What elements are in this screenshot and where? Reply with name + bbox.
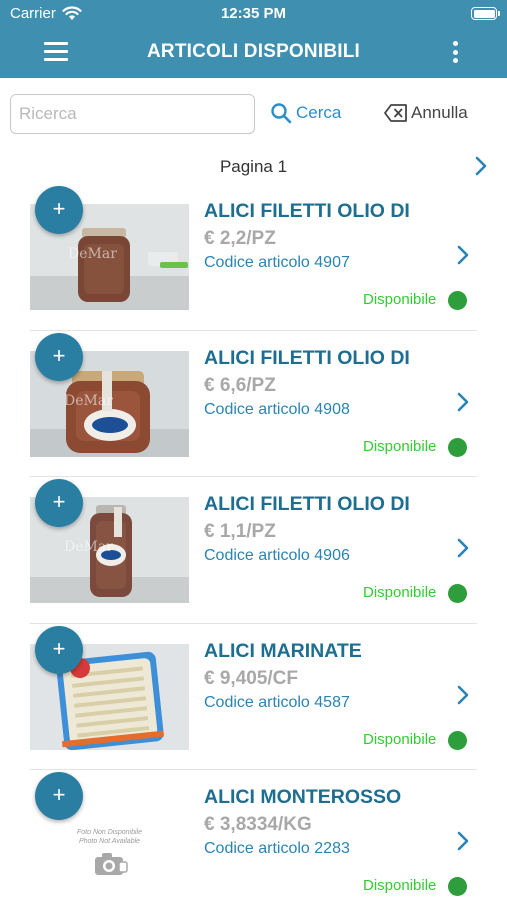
pagination: Pagina 1 [0, 148, 507, 184]
product-name: ALICI FILETTI OLIO DI [204, 346, 410, 369]
clear-icon [384, 104, 407, 122]
product-name: ALICI FILETTI OLIO DI [204, 493, 410, 515]
svg-text:DeMar: DeMar [64, 393, 113, 409]
chevron-right-icon[interactable] [456, 830, 470, 852]
svg-text:DeMar: DeMar [68, 246, 117, 262]
search-input[interactable] [10, 94, 255, 134]
svg-text:DeMar: DeMar [64, 539, 113, 555]
battery-icon [471, 7, 500, 20]
availability-label: Disponibile [363, 730, 437, 748]
status-bar: Carrier 12:35 PM [0, 0, 507, 28]
camera-off-icon [95, 853, 128, 875]
list-item[interactable]: DeMar + ALICI FILETTI OLIO DI € 1,1/PZ C… [0, 477, 507, 624]
availability-dot [448, 877, 467, 896]
product-price: € 9,405/CF [204, 667, 298, 689]
product-code: Codice articolo 2283 [204, 840, 350, 857]
list-item[interactable]: DeMar + ALICI FILETTI OLIO DI € 6,6/PZ C… [0, 331, 507, 477]
cancel-button[interactable]: Annulla [384, 100, 468, 126]
more-options-icon[interactable] [451, 41, 459, 65]
no-photo-text: Foto Non Disponibile [77, 829, 142, 836]
next-page-chevron-icon[interactable] [475, 156, 487, 176]
clock: 12:35 PM [220, 5, 287, 22]
product-price: € 2,2/PZ [204, 228, 276, 249]
availability-label: Disponibile [363, 584, 437, 601]
page-label: Pagina 1 [219, 157, 288, 176]
list-item[interactable]: Foto Non Disponibile Photo Not Available… [0, 770, 507, 900]
chevron-right-icon[interactable] [456, 537, 470, 559]
page-title: ARTICOLI DISPONIBILI [147, 41, 360, 62]
availability-dot [448, 730, 467, 750]
add-to-cart-button[interactable]: + [35, 186, 83, 234]
list-item[interactable]: + ALICI MARINATE € 9,405/CF Codice artic… [0, 624, 507, 770]
add-to-cart-button[interactable]: + [35, 332, 83, 381]
search-button[interactable]: Cerca [270, 100, 341, 126]
product-name: ALICI FILETTI OLIO DI [204, 200, 410, 222]
chevron-right-icon[interactable] [456, 391, 470, 413]
product-list: DeMar + ALICI FILETTI OLIO DI € 2,2/PZ C… [0, 184, 507, 900]
availability-label: Disponibile [363, 291, 437, 308]
product-name: ALICI MARINATE [204, 639, 362, 662]
search-bar: Cerca Annulla [0, 78, 507, 148]
add-to-cart-button[interactable]: + [35, 772, 83, 820]
no-photo-text-en: Photo Not Available [78, 838, 141, 845]
product-code: Codice articolo 4908 [204, 400, 350, 418]
availability-dot [448, 437, 467, 457]
product-code: Codice articolo 4906 [204, 547, 350, 564]
search-icon [271, 103, 292, 124]
availability-label: Disponibile [363, 877, 437, 894]
product-code: Codice articolo 4907 [204, 254, 350, 271]
product-price: € 6,6/PZ [204, 374, 276, 396]
product-price: € 1,1/PZ [204, 521, 276, 542]
chevron-right-icon[interactable] [456, 684, 470, 706]
product-price: € 3,8334/KG [204, 814, 312, 835]
add-to-cart-button[interactable]: + [35, 625, 83, 674]
availability-dot [448, 291, 467, 310]
availability-dot [448, 584, 467, 603]
list-item[interactable]: DeMar + ALICI FILETTI OLIO DI € 2,2/PZ C… [0, 184, 507, 331]
add-to-cart-button[interactable]: + [35, 479, 83, 527]
cancel-button-label: Annulla [411, 103, 468, 122]
search-button-label: Cerca [296, 103, 342, 122]
product-code: Codice articolo 4587 [204, 693, 350, 711]
availability-label: Disponibile [363, 437, 437, 455]
product-name: ALICI MONTEROSSO [204, 786, 402, 808]
chevron-right-icon[interactable] [456, 244, 470, 266]
app-header: ARTICOLI DISPONIBILI [0, 28, 507, 78]
